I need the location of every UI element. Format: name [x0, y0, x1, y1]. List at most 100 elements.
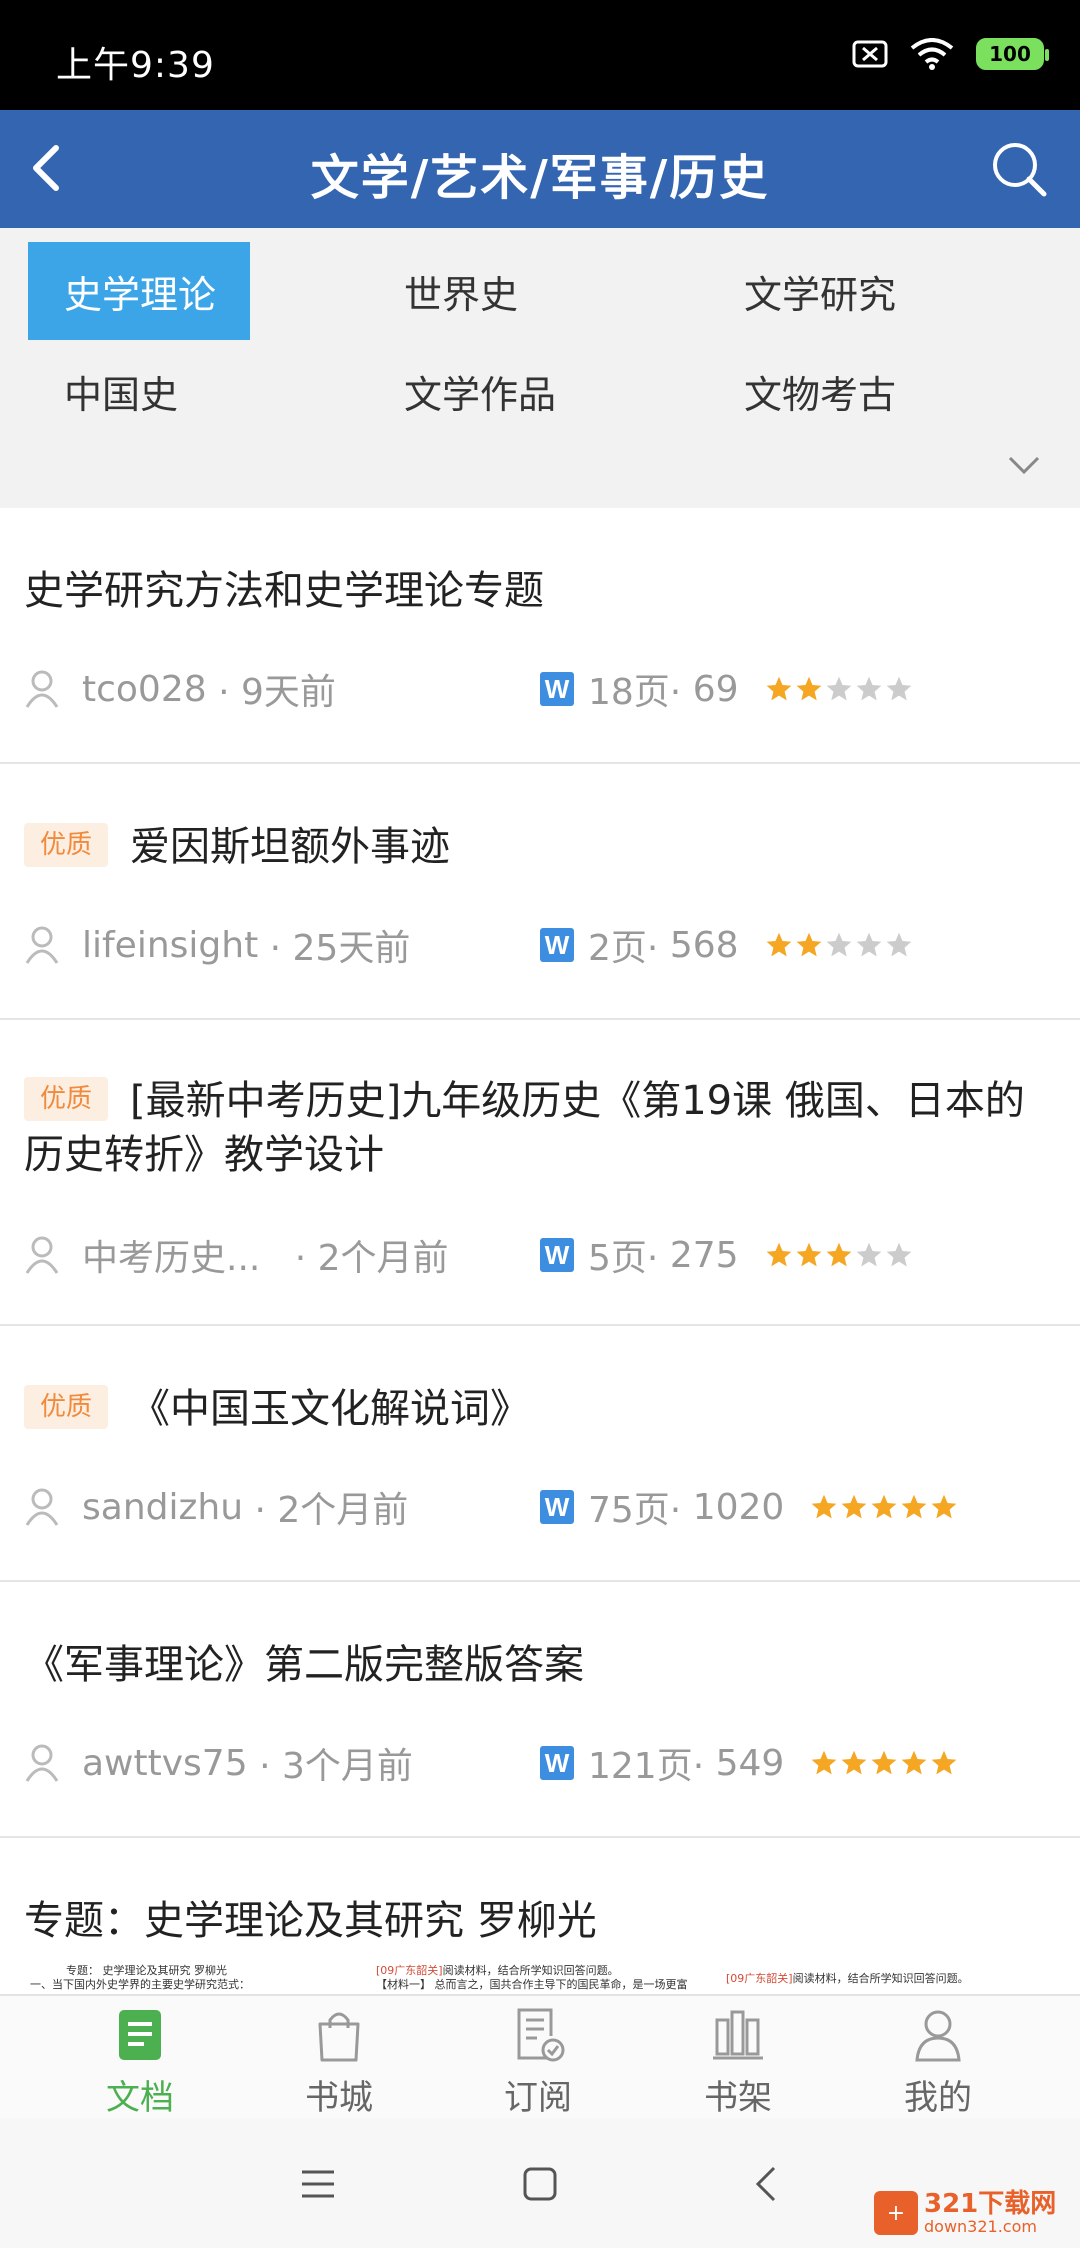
document-title-row[interactable]: 优质 《中国玉文化解说词》: [0, 1382, 554, 1436]
star-empty-icon: [856, 1242, 881, 1267]
preview-line: 阅读材料，结合所学知识回答问题。: [792, 1972, 969, 1985]
status-time: 上午9:39: [56, 45, 215, 86]
document-title-row[interactable]: 优质 [最新中考历史]九年级历史《第19课 俄国、日本的历史转折》教学设计: [0, 1074, 1080, 1182]
star-filled-icon: [901, 1494, 927, 1519]
tab-label: 我的: [904, 2078, 972, 2118]
profile-icon: [915, 2010, 961, 2062]
document-meta: sandizhu · 2个月前 W 75页· 1020: [24, 1482, 1056, 1532]
view-count: 1020: [692, 1486, 785, 1528]
list-item[interactable]: 优质 《中国玉文化解说词》 sandizhu · 2个月前 W 75页· 1020: [0, 1326, 1080, 1582]
author-name[interactable]: sandizhu: [82, 1487, 243, 1528]
category-wenwu-kaogu[interactable]: 文物考古: [708, 342, 930, 440]
publish-time: · 2个月前: [294, 1238, 449, 1279]
document-title-row[interactable]: 优质 爱因斯坦额外事迹: [0, 820, 474, 874]
wifi-icon: [910, 38, 954, 70]
star-filled-icon: [766, 1242, 791, 1267]
document-title[interactable]: 《军事理论》第二版完整版答案: [0, 1638, 608, 1692]
star-filled-icon: [796, 676, 821, 701]
preview-line: 阅读材料，结合所学知识回答问题。: [442, 1964, 619, 1977]
star-empty-icon: [886, 676, 911, 701]
author-name[interactable]: awttvs75: [82, 1743, 248, 1784]
view-count: 568: [669, 924, 739, 966]
chevron-down-icon[interactable]: [1004, 450, 1044, 480]
publish-time: · 9天前: [218, 672, 336, 713]
list-item[interactable]: 史学研究方法和史学理论专题 tco028 · 9天前 W 18页· 69: [0, 508, 1080, 764]
tab-profile[interactable]: 我的: [830, 1996, 1046, 2120]
tab-bookshelf[interactable]: 书架: [630, 1996, 846, 2120]
star-empty-icon: [826, 676, 851, 701]
bottom-navigation: 文档 书城 订阅 书架 我的: [0, 1994, 1080, 2118]
document-title[interactable]: 史学研究方法和史学理论专题: [0, 564, 568, 618]
document-meta: awttvs75 · 3个月前 W 121页· 549: [24, 1738, 1056, 1788]
home-icon[interactable]: [516, 2160, 564, 2208]
document-stats: W 75页· 1020: [540, 1481, 960, 1533]
page-count: 5页·: [588, 1238, 659, 1279]
star-empty-icon: [856, 932, 881, 957]
category-zhongguoshi[interactable]: 中国史: [28, 342, 250, 440]
subscribe-icon: [517, 2008, 565, 2062]
preview-page-3: [09广东韶关]阅读材料，结合所学知识回答问题。: [726, 1964, 1056, 1994]
preview-source-tag: [09广东韶关]: [376, 1964, 443, 1977]
tab-documents[interactable]: 文档: [32, 1996, 248, 2120]
menu-icon[interactable]: [294, 2160, 342, 2208]
document-title[interactable]: [最新中考历史]九年级历史《第19课 俄国、日本的历史转折》教学设计: [24, 1078, 1025, 1178]
document-stats: W 2页· 568: [540, 919, 915, 971]
search-icon[interactable]: [988, 138, 1050, 200]
rating-stars: [765, 1241, 915, 1269]
author-name[interactable]: 中考历史...: [82, 1229, 260, 1281]
document-stats: W 18页· 69: [540, 663, 915, 715]
tab-label: 订阅: [504, 2078, 572, 2118]
tab-label: 书架: [704, 2078, 772, 2118]
category-wenxue-zuopin[interactable]: 文学作品: [368, 342, 590, 440]
list-item[interactable]: 优质 [最新中考历史]九年级历史《第19课 俄国、日本的历史转折》教学设计 中考历…: [0, 1020, 1080, 1326]
document-meta: tco028 · 9天前 W 18页· 69: [24, 664, 1056, 714]
page-count: 18页·: [588, 672, 682, 713]
star-empty-icon: [886, 1242, 911, 1267]
quality-badge: 优质: [24, 1077, 109, 1121]
preview-line: 一、当下国内外史学界的主要史学研究范式：: [30, 1978, 250, 1991]
category-wenxue-yanjiu[interactable]: 文学研究: [708, 242, 930, 340]
preview-line: 专题： 史学理论及其研究 罗柳光: [66, 1964, 227, 1977]
watermark-url: down321.com: [924, 2217, 1037, 2236]
rating-stars: [765, 675, 915, 703]
user-icon: [25, 1236, 59, 1274]
word-doc-icon: W: [540, 672, 574, 706]
star-filled-icon: [871, 1750, 897, 1775]
document-title[interactable]: 专题：史学理论及其研究 罗柳光: [0, 1894, 621, 1948]
word-doc-icon: W: [540, 928, 574, 962]
author-name[interactable]: tco028: [82, 669, 207, 710]
star-filled-icon: [796, 932, 821, 957]
publish-time: · 2个月前: [254, 1490, 409, 1531]
user-icon: [25, 1744, 59, 1782]
tab-bookstore[interactable]: 书城: [231, 1996, 447, 2120]
rating-stars: [810, 1749, 960, 1777]
preview-page-1: 专题： 史学理论及其研究 罗柳光 一、当下国内外史学界的主要史学研究范式：: [30, 1964, 360, 1994]
publish-time: · 3个月前: [259, 1746, 413, 1787]
watermark-logo: + 321下载网 down321.com: [874, 2188, 1064, 2238]
category-shijieshi[interactable]: 世界史: [368, 242, 590, 340]
list-item[interactable]: 《军事理论》第二版完整版答案 awttvs75 · 3个月前 W 121页· 5…: [0, 1582, 1080, 1838]
star-filled-icon: [766, 676, 791, 701]
document-title[interactable]: 《中国玉文化解说词》: [130, 1386, 530, 1432]
word-doc-icon: W: [540, 1238, 574, 1272]
back-icon[interactable]: [744, 2160, 792, 2208]
publish-time: · 25天前: [269, 928, 411, 969]
tab-label: 书城: [305, 2078, 373, 2118]
star-empty-icon: [856, 676, 881, 701]
view-count: 69: [692, 668, 739, 710]
word-doc-icon: W: [540, 1746, 574, 1780]
preview-page-2: [09广东韶关]阅读材料，结合所学知识回答问题。 【材料一】 总而言之，国共合作…: [376, 1964, 706, 1994]
document-title[interactable]: 爱因斯坦额外事迹: [130, 824, 450, 870]
user-icon: [25, 670, 59, 708]
author-name[interactable]: lifeinsight: [82, 925, 258, 966]
page-count: 2页·: [588, 928, 659, 969]
star-filled-icon: [766, 932, 791, 957]
star-filled-icon: [841, 1494, 867, 1519]
watermark-brand: 321下载网: [924, 2189, 1057, 2219]
tab-subscribe[interactable]: 订阅: [430, 1996, 646, 2120]
list-item[interactable]: 优质 爱因斯坦额外事迹 lifeinsight · 25天前 W 2页· 568: [0, 764, 1080, 1020]
star-filled-icon: [811, 1494, 837, 1519]
word-doc-icon: W: [540, 1490, 574, 1524]
document-stats: W 5页· 275: [540, 1229, 915, 1281]
category-shixue-lilun[interactable]: 史学理论: [28, 242, 250, 340]
